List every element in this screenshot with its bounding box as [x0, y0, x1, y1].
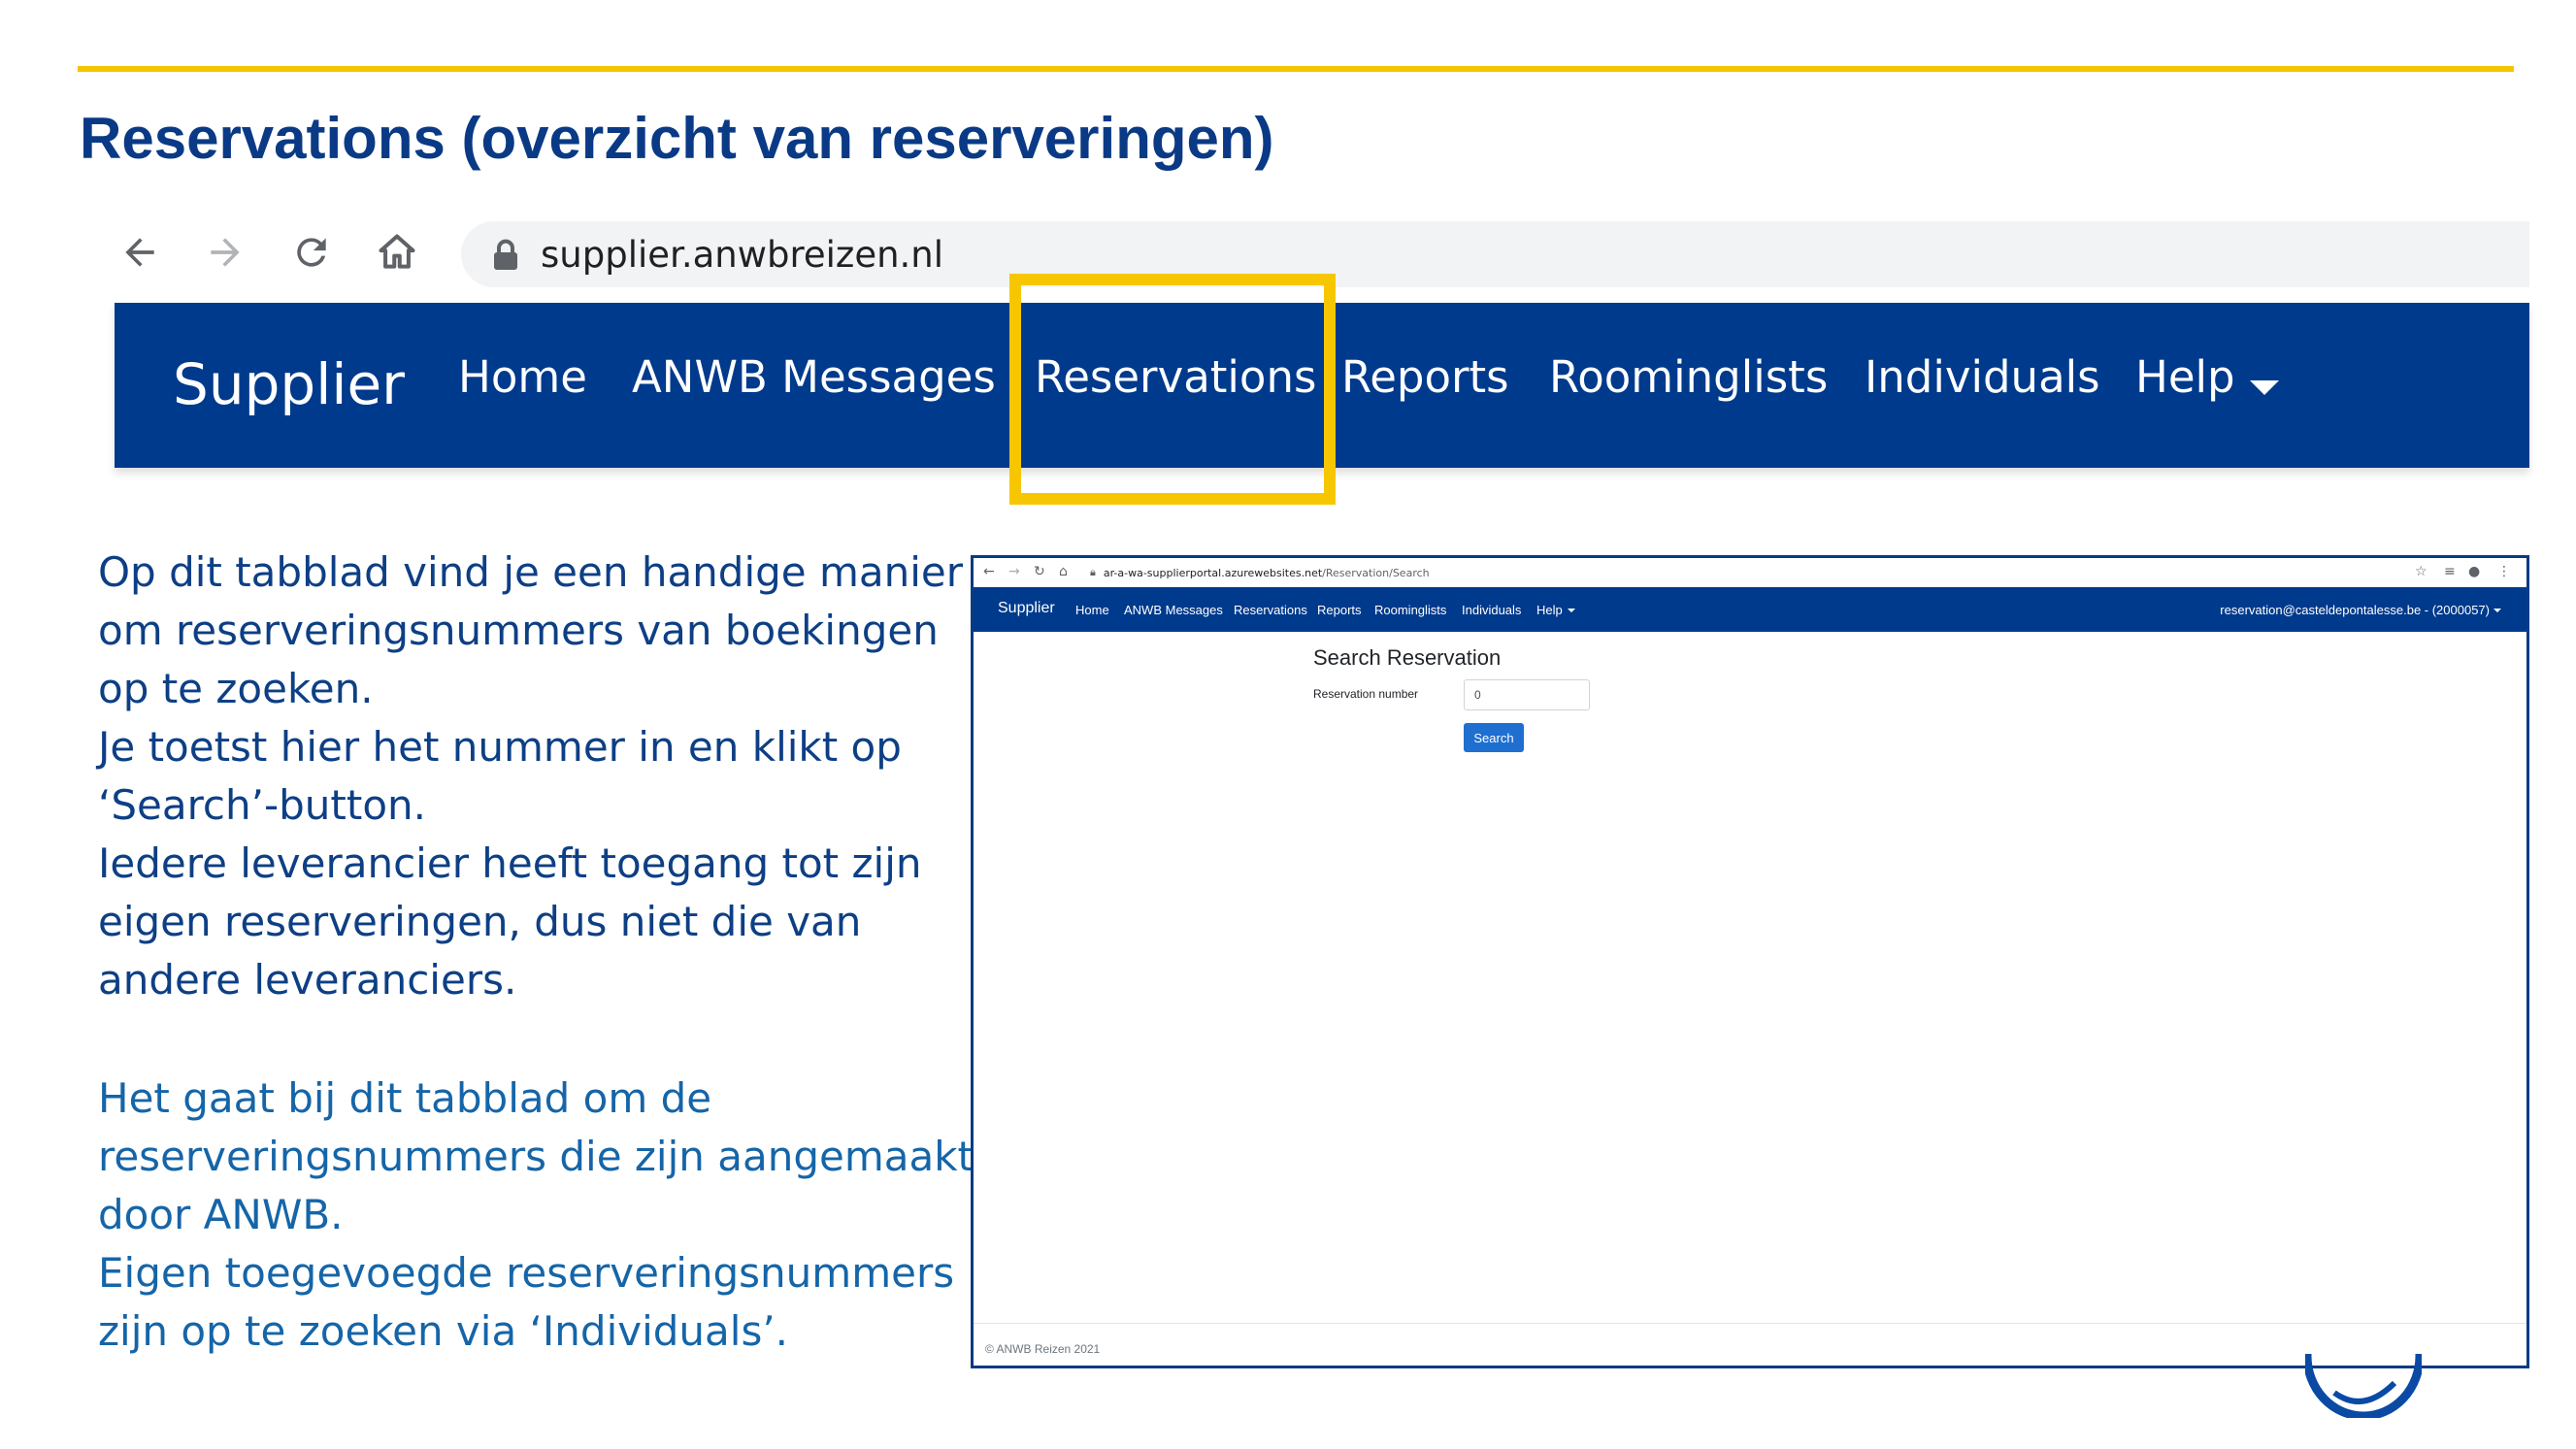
- description-block-1: Op dit tabblad vind je een handige manie…: [98, 543, 963, 1009]
- screenshot-address-bar[interactable]: 🔒︎ ar-a-wa-supplierportal.azurewebsites.…: [1090, 562, 2429, 583]
- nav-item-individuals[interactable]: Individuals: [1462, 603, 1521, 617]
- profile-icon[interactable]: ●: [2468, 564, 2480, 579]
- slide-title: Reservations (overzicht van reserveringe…: [80, 106, 1274, 171]
- navbar-brand[interactable]: Supplier: [173, 351, 405, 417]
- anwb-logo-partial: [2305, 1354, 2422, 1418]
- nav-item-anwb-messages[interactable]: ANWB Messages: [1124, 603, 1223, 617]
- nav-item-home[interactable]: Home: [1075, 603, 1109, 617]
- reservation-number-input[interactable]: [1464, 679, 1590, 710]
- description-line: Je toetst hier het nummer in en klikt op: [98, 723, 902, 771]
- footer-divider: [974, 1323, 2526, 1324]
- user-account-menu[interactable]: reservation@casteldepontalesse.be - (200…: [2220, 603, 2490, 617]
- nav-item-reservations[interactable]: Reservations: [1234, 603, 1307, 617]
- star-icon[interactable]: ☆: [2415, 564, 2427, 579]
- url-text: supplier.anwbreizen.nl: [541, 233, 944, 276]
- nav-item-roominglists[interactable]: Roominglists: [1549, 351, 1828, 403]
- top-accent-line: [78, 66, 2514, 72]
- nav-item-reports[interactable]: Reports: [1341, 351, 1509, 403]
- search-button[interactable]: Search: [1464, 723, 1524, 752]
- forward-arrow-icon[interactable]: [198, 225, 252, 280]
- description-line: andere leveranciers.: [98, 956, 517, 1004]
- url-path: /Reservation/Search: [1322, 566, 1430, 579]
- home-icon[interactable]: ⌂: [1059, 564, 1068, 579]
- description-line: zijn op te zoeken via ‘Individuals’.: [98, 1307, 789, 1355]
- user-caret-icon: [2493, 609, 2501, 612]
- screenshot-navbar: Supplier Home ANWB Messages Reservations…: [974, 587, 2526, 632]
- description-line: Eigen toegevoegde reserveringsnummers: [98, 1249, 955, 1297]
- nav-item-home[interactable]: Home: [458, 351, 587, 403]
- nav-item-help[interactable]: Help: [1536, 603, 1563, 617]
- description-line: Op dit tabblad vind je een handige manie…: [98, 548, 964, 596]
- back-arrow-icon[interactable]: [113, 225, 167, 280]
- description-line: om reserveringsnummers van boekingen: [98, 607, 939, 654]
- lock-icon: 🔒︎: [1090, 566, 1096, 578]
- description-line: op te zoeken.: [98, 665, 374, 712]
- search-reservation-heading: Search Reservation: [1313, 645, 1502, 670]
- help-caret-icon: [2250, 380, 2279, 395]
- description-block-2: Het gaat bij dit tabblad om de reserveri…: [98, 1070, 974, 1361]
- description-line: ‘Search’-button.: [98, 781, 427, 829]
- description-line: Iedere leverancier heeft toegang tot zij…: [98, 840, 922, 887]
- description-line: eigen reserveringen, dus niet die van: [98, 898, 862, 945]
- address-bar[interactable]: supplier.anwbreizen.nl: [461, 221, 2529, 287]
- nav-item-individuals[interactable]: Individuals: [1865, 351, 2100, 403]
- help-caret-icon: [1568, 609, 1575, 612]
- url-host: ar-a-wa-supplierportal.azurewebsites.net: [1103, 566, 1323, 579]
- nav-item-reports[interactable]: Reports: [1317, 603, 1362, 617]
- reservation-number-label: Reservation number: [1313, 687, 1419, 701]
- back-arrow-icon[interactable]: ←: [983, 564, 995, 579]
- nav-item-roominglists[interactable]: Roominglists: [1374, 603, 1446, 617]
- description-line: door ANWB.: [98, 1191, 344, 1238]
- reservations-highlight-box: [1009, 274, 1336, 505]
- reload-icon[interactable]: ↻: [1034, 564, 1045, 579]
- reading-list-icon[interactable]: ≡: [2444, 564, 2456, 579]
- description-line: Het gaat bij dit tabblad om de: [98, 1074, 712, 1122]
- description-line: reserveringsnummers die zijn aangemaakt: [98, 1133, 974, 1180]
- nav-item-help[interactable]: Help: [2135, 351, 2235, 403]
- home-icon[interactable]: [370, 225, 424, 280]
- embedded-screenshot: ← → ↻ ⌂ 🔒︎ ar-a-wa-supplierportal.azurew…: [971, 555, 2529, 1368]
- screenshot-browser-toolbar: ← → ↻ ⌂ 🔒︎ ar-a-wa-supplierportal.azurew…: [974, 558, 2526, 588]
- forward-arrow-icon[interactable]: →: [1008, 564, 1020, 579]
- footer-copyright: © ANWB Reizen 2021: [985, 1342, 1101, 1356]
- reload-icon[interactable]: [284, 225, 339, 280]
- nav-item-anwb-messages[interactable]: ANWB Messages: [632, 351, 996, 403]
- navbar-brand[interactable]: Supplier: [998, 600, 1055, 617]
- lock-icon: [492, 239, 519, 270]
- menu-dots-icon[interactable]: ⋮: [2497, 564, 2511, 579]
